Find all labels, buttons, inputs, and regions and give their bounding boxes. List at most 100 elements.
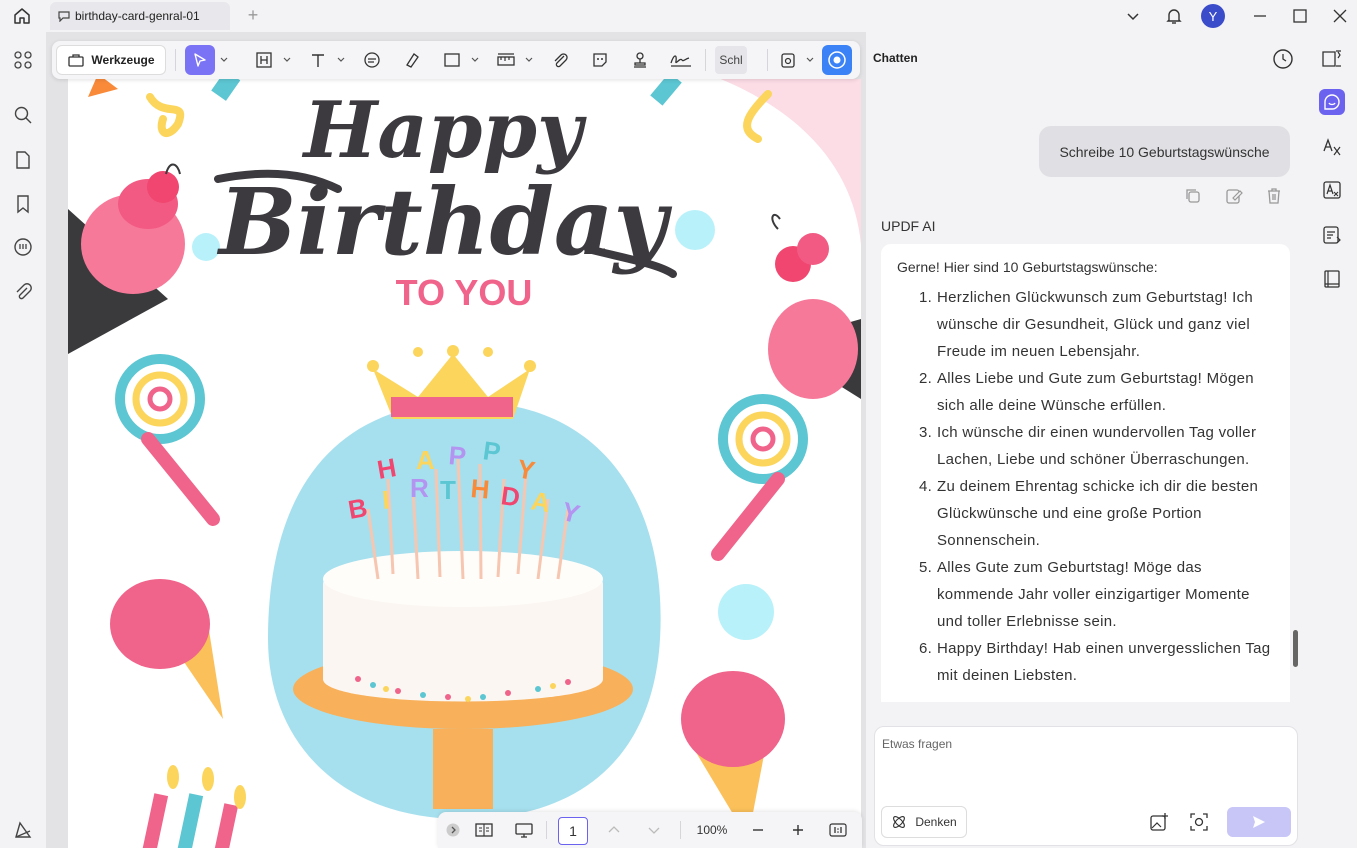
comments-icon[interactable]: [11, 235, 35, 259]
edit-icon[interactable]: [1223, 185, 1245, 207]
attachment-icon[interactable]: [11, 280, 35, 304]
wish-text: Alles Gute zum Geburtstag! Möge das komm…: [937, 559, 1250, 630]
zoom-out-icon[interactable]: [746, 818, 770, 842]
card-happy-text: Happy: [302, 85, 587, 176]
sticker-tool-icon[interactable]: [586, 45, 614, 75]
wish-number: 6.: [919, 640, 933, 657]
send-icon: [1253, 816, 1265, 828]
chat-scrollbar[interactable]: [1293, 630, 1298, 667]
ocr-scan-icon[interactable]: [774, 45, 802, 75]
wish-number: 5.: [919, 559, 933, 576]
zoom-level[interactable]: 100%: [690, 818, 734, 842]
text-box-tool-icon[interactable]: [250, 45, 278, 75]
zoom-in-icon[interactable]: [786, 818, 810, 842]
chevron-down-icon[interactable]: [806, 56, 814, 64]
chat-bubble-icon: [58, 11, 70, 22]
chevron-down-icon[interactable]: [220, 56, 228, 64]
summarize-icon[interactable]: [1319, 222, 1345, 248]
toolbar-divider: [705, 49, 706, 71]
actual-size-icon[interactable]: [826, 818, 850, 842]
pages-icon[interactable]: [11, 148, 35, 172]
wishes-list: 1. Herzlichen Glückwunsch zum Geburtstag!…: [897, 284, 1272, 689]
trash-icon[interactable]: [1263, 185, 1285, 207]
book-icon[interactable]: [1319, 266, 1345, 292]
wish-number: 3.: [919, 424, 933, 441]
candle-letter: A: [416, 445, 435, 475]
measure-tool-icon[interactable]: [492, 45, 520, 75]
image-upload-icon[interactable]: [1148, 811, 1170, 833]
bell-icon[interactable]: [1161, 4, 1187, 28]
tools-label: Werkzeuge: [91, 53, 155, 67]
page-navigation-bar: 1 100%: [438, 812, 862, 848]
chevron-down-icon[interactable]: [337, 56, 345, 64]
chat-panel-title: Chatten: [873, 51, 918, 65]
shape-tool-icon[interactable]: [438, 45, 466, 75]
lollipop-left: [115, 354, 220, 526]
candle-letter: P: [447, 440, 467, 471]
wish-item: 4. Zu deinem Ehrentag schicke ich dir die…: [897, 473, 1272, 554]
wish-number: 1.: [919, 289, 933, 306]
left-sidebar: [0, 32, 46, 848]
presentation-icon[interactable]: [512, 818, 536, 842]
user-message-bubble: Schreibe 10 Geburtstagswünsche: [1039, 126, 1290, 177]
chevron-down-icon[interactable]: [525, 56, 533, 64]
document-tab[interactable]: birthday-card-genral-01: [50, 2, 230, 30]
toolbar-divider: [175, 49, 176, 71]
collapse-arrow-icon[interactable]: [446, 818, 460, 842]
thumbnails-icon[interactable]: [11, 48, 35, 72]
home-icon[interactable]: [10, 5, 34, 27]
send-button[interactable]: [1227, 807, 1291, 837]
minimize-icon[interactable]: [1247, 4, 1273, 28]
wish-item: 1. Herzlichen Glückwunsch zum Geburtstag!…: [897, 284, 1272, 365]
truncated-tool-label[interactable]: Schl: [715, 46, 747, 74]
wish-text: Alles Liebe und Gute zum Geburtstag! Mög…: [937, 370, 1254, 414]
wish-item: 5. Alles Gute zum Geburtstag! Möge das ko…: [897, 554, 1272, 635]
select-tool-button[interactable]: [185, 45, 215, 75]
comment-tool-icon[interactable]: [358, 45, 386, 75]
chevron-down-icon[interactable]: [1120, 4, 1146, 28]
lollipop-right: [711, 394, 808, 561]
close-icon[interactable]: [1327, 4, 1353, 28]
maximize-icon[interactable]: [1287, 4, 1313, 28]
history-clock-icon[interactable]: [1272, 48, 1294, 70]
wish-text: Zu deinem Ehrentag schicke ich dir die b…: [937, 478, 1259, 549]
ai-assistant-button[interactable]: [822, 45, 852, 75]
text-tool-icon[interactable]: [304, 45, 332, 75]
chevron-down-icon[interactable]: [471, 56, 479, 64]
stamp-tool-icon[interactable]: [626, 45, 654, 75]
wish-number: 4.: [919, 478, 933, 495]
chevron-down-icon[interactable]: [642, 818, 666, 842]
atom-icon: [893, 816, 906, 828]
ai-response-bubble: Gerne! Hier sind 10 Geburtstagswünsche: …: [881, 244, 1290, 702]
candle-letter: H: [469, 473, 490, 505]
avatar[interactable]: Y: [1201, 4, 1225, 28]
chevron-down-icon[interactable]: [283, 56, 291, 64]
wish-number: 2.: [919, 370, 933, 387]
page-number-input[interactable]: 1: [558, 817, 588, 845]
chevron-up-icon[interactable]: [602, 818, 626, 842]
screenshot-icon[interactable]: [1188, 811, 1210, 833]
toolbar-divider: [767, 49, 768, 71]
layers-icon[interactable]: [11, 818, 35, 842]
tools-button[interactable]: Werkzeuge: [56, 45, 166, 75]
wish-text: Happy Birthday! Hab einen unvergessliche…: [937, 640, 1271, 684]
think-toggle-button[interactable]: Denken: [881, 806, 967, 838]
search-icon[interactable]: [11, 103, 35, 127]
bookmark-icon[interactable]: [11, 192, 35, 216]
attachment-tool-icon[interactable]: [546, 45, 574, 75]
ocr-text-icon[interactable]: [1319, 177, 1345, 203]
highlighter-tool-icon[interactable]: [398, 45, 426, 75]
divider: [680, 821, 681, 839]
divider: [546, 821, 547, 839]
ai-chat-icon[interactable]: [1319, 89, 1345, 115]
signature-tool-icon[interactable]: [666, 45, 696, 75]
ai-response-intro: Gerne! Hier sind 10 Geburtstagswünsche:: [897, 259, 1158, 275]
chat-input-placeholder[interactable]: Etwas fragen: [882, 737, 952, 751]
translate-icon[interactable]: [1319, 134, 1345, 160]
new-tab-plus-icon[interactable]: +: [244, 6, 262, 24]
copy-icon[interactable]: [1182, 185, 1204, 207]
page-layout-icon[interactable]: [472, 818, 496, 842]
panel-toggle-icon[interactable]: [1319, 46, 1345, 72]
wish-text: Herzlichen Glückwunsch zum Geburtstag! I…: [937, 289, 1254, 360]
wish-text: Ich wünsche dir einen wundervollen Tag v…: [937, 424, 1257, 468]
